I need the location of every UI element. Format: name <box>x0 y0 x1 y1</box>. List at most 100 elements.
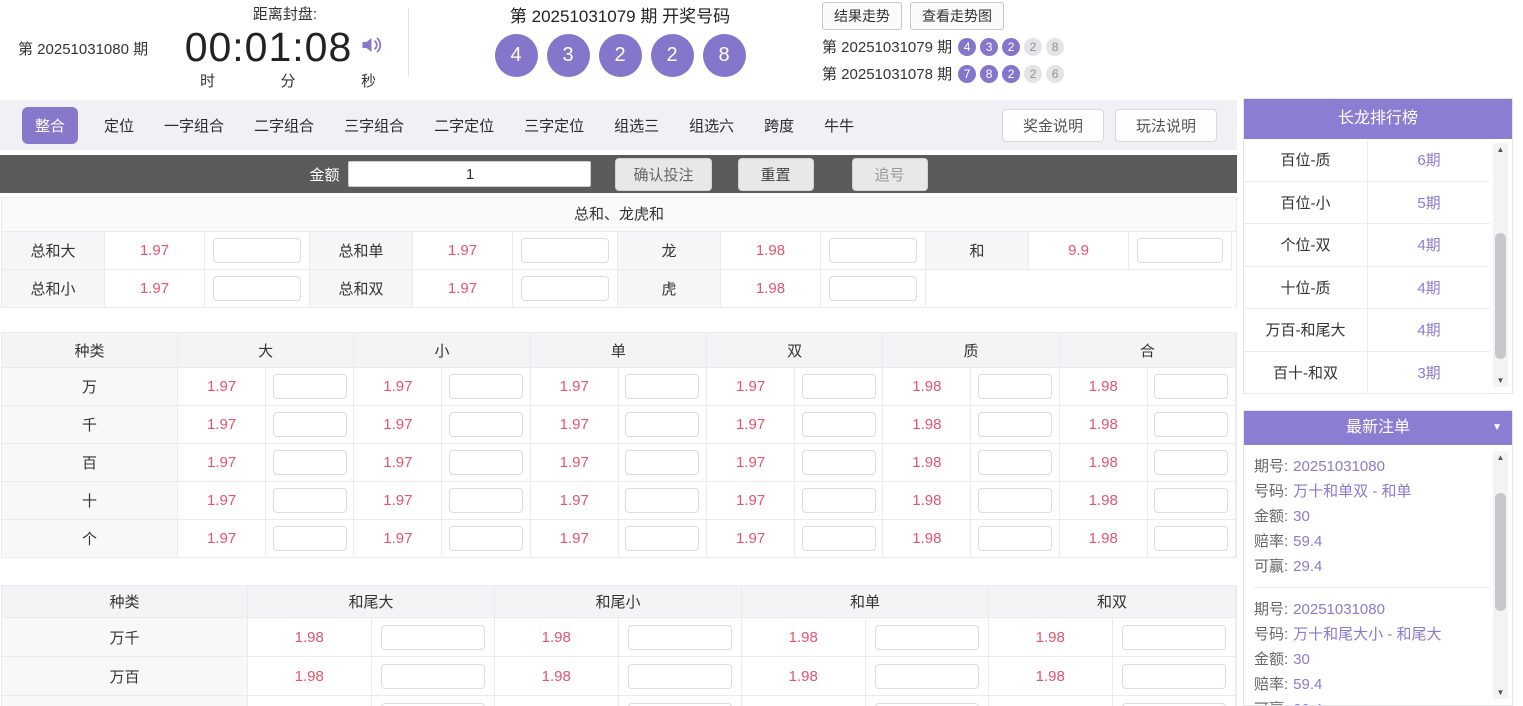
bet-amount-input[interactable] <box>272 412 347 437</box>
odds-cell[interactable]: 1.97 <box>178 444 267 482</box>
odds-cell[interactable]: 1.97 <box>178 368 267 406</box>
odds-cell[interactable]: 1.98 <box>495 618 619 657</box>
bet-amount-input[interactable] <box>1121 663 1226 689</box>
bet-amount-input[interactable] <box>272 374 347 399</box>
odds-cell[interactable]: 1.98 <box>1059 520 1148 558</box>
tab-erzi-dingwei[interactable]: 二字定位 <box>434 115 494 136</box>
tab-zuxuan3[interactable]: 组选三 <box>614 115 659 136</box>
scroll-up-icon[interactable]: ▲ <box>1493 145 1508 154</box>
result-trend-button[interactable]: 结果走势 <box>822 2 902 30</box>
tab-kuadu[interactable]: 跨度 <box>764 115 794 136</box>
bet-amount-input[interactable] <box>212 238 302 263</box>
odds-cell[interactable]: 1.97 <box>354 444 443 482</box>
bet-amount-input[interactable] <box>625 488 700 513</box>
odds-cell[interactable]: 1.98 <box>248 618 372 657</box>
bet-amount-input[interactable] <box>380 702 485 706</box>
tab-dingwei[interactable]: 定位 <box>104 115 134 136</box>
bet-amount-input[interactable] <box>272 488 347 513</box>
reset-button[interactable]: 重置 <box>737 157 814 191</box>
odds-cell[interactable]: 9.9 <box>1029 232 1129 270</box>
tab-sanzi-zuhe[interactable]: 三字组合 <box>344 115 404 136</box>
odds-cell[interactable]: 1.98 <box>495 657 619 696</box>
bet-amount-input[interactable] <box>828 238 918 263</box>
bet-amount-input[interactable] <box>978 450 1053 475</box>
bet-amount-input[interactable] <box>801 450 876 475</box>
tab-sanzi-dingwei[interactable]: 三字定位 <box>524 115 584 136</box>
bet-amount-input[interactable] <box>978 412 1053 437</box>
bet-amount-input[interactable] <box>212 276 302 301</box>
odds-cell[interactable]: 1.97 <box>706 520 796 558</box>
odds-cell[interactable]: 1.97 <box>354 520 443 558</box>
odds-cell[interactable]: 1.98 <box>721 232 821 270</box>
odds-cell[interactable]: 1.98 <box>989 618 1113 657</box>
odds-cell[interactable]: 1.98 <box>742 618 866 657</box>
bet-amount-input[interactable] <box>449 412 524 437</box>
bet-amount-input[interactable] <box>1154 374 1229 399</box>
odds-cell[interactable]: 1.97 <box>530 444 619 482</box>
odds-cell[interactable]: 1.97 <box>413 270 513 308</box>
bet-amount-input[interactable] <box>1154 488 1229 513</box>
odds-cell[interactable]: 1.98 <box>1059 368 1148 406</box>
odds-cell[interactable]: 1.98 <box>742 696 866 706</box>
scroll-down-icon[interactable]: ▼ <box>1493 688 1508 697</box>
bet-amount-input[interactable] <box>1136 238 1224 263</box>
bet-amount-input[interactable] <box>625 412 700 437</box>
odds-cell[interactable]: 1.98 <box>883 406 972 444</box>
odds-cell[interactable]: 1.97 <box>706 368 796 406</box>
bet-amount-input[interactable] <box>828 276 918 301</box>
bet-amount-input[interactable] <box>1121 702 1226 706</box>
odds-cell[interactable]: 1.98 <box>248 696 372 706</box>
odds-cell[interactable]: 1.98 <box>989 657 1113 696</box>
bet-amount-input[interactable] <box>627 624 732 650</box>
bet-amount-input[interactable] <box>380 663 485 689</box>
bet-amount-input[interactable] <box>978 488 1053 513</box>
bet-amount-input[interactable] <box>801 488 876 513</box>
odds-cell[interactable]: 1.97 <box>530 520 619 558</box>
bet-amount-input[interactable] <box>801 374 876 399</box>
tab-erzi-zuhe[interactable]: 二字组合 <box>254 115 314 136</box>
bonus-info-button[interactable]: 奖金说明 <box>1001 108 1104 142</box>
bet-amount-input[interactable] <box>520 276 610 301</box>
odds-cell[interactable]: 1.97 <box>178 520 267 558</box>
odds-cell[interactable]: 1.97 <box>354 368 443 406</box>
odds-cell[interactable]: 1.98 <box>883 482 972 520</box>
bet-amount-input[interactable] <box>625 526 700 551</box>
bet-amount-input[interactable] <box>978 374 1053 399</box>
odds-cell[interactable]: 1.98 <box>248 657 372 696</box>
odds-cell[interactable]: 1.97 <box>413 232 513 270</box>
bet-amount-input[interactable] <box>449 374 524 399</box>
ranking-scrollbar[interactable]: ▲ ▼ <box>1493 143 1508 387</box>
bet-amount-input[interactable] <box>272 450 347 475</box>
odds-cell[interactable]: 1.98 <box>495 696 619 706</box>
bet-amount-input[interactable] <box>380 624 485 650</box>
tab-zhenghe[interactable]: 整合 <box>22 106 79 144</box>
odds-cell[interactable]: 1.97 <box>706 482 796 520</box>
bet-amount-input[interactable] <box>1154 450 1229 475</box>
tab-zuxuan6[interactable]: 组选六 <box>689 115 734 136</box>
bet-amount-input[interactable] <box>449 526 524 551</box>
speaker-icon[interactable] <box>358 33 385 62</box>
odds-cell[interactable]: 1.98 <box>883 520 972 558</box>
scroll-up-icon[interactable]: ▲ <box>1493 453 1508 462</box>
amount-input[interactable] <box>348 161 592 187</box>
odds-cell[interactable]: 1.97 <box>530 406 619 444</box>
odds-cell[interactable]: 1.97 <box>105 270 205 308</box>
bet-amount-input[interactable] <box>1154 526 1229 551</box>
bet-amount-input[interactable] <box>449 488 524 513</box>
bet-amount-input[interactable] <box>1121 624 1226 650</box>
odds-cell[interactable]: 1.97 <box>530 368 619 406</box>
collapse-arrow-icon[interactable]: ▼ <box>1492 411 1502 445</box>
odds-cell[interactable]: 1.97 <box>178 406 267 444</box>
bet-amount-input[interactable] <box>627 663 732 689</box>
bet-amount-input[interactable] <box>449 450 524 475</box>
odds-cell[interactable]: 1.97 <box>354 406 443 444</box>
odds-cell[interactable]: 1.98 <box>1059 444 1148 482</box>
bet-amount-input[interactable] <box>801 412 876 437</box>
bet-amount-input[interactable] <box>625 450 700 475</box>
scrollbar-thumb[interactable] <box>1495 233 1506 359</box>
bet-amount-input[interactable] <box>625 374 700 399</box>
odds-cell[interactable]: 1.98 <box>742 657 866 696</box>
confirm-bet-button[interactable]: 确认投注 <box>615 157 712 191</box>
odds-cell[interactable]: 1.97 <box>706 444 796 482</box>
bet-amount-input[interactable] <box>520 238 610 263</box>
